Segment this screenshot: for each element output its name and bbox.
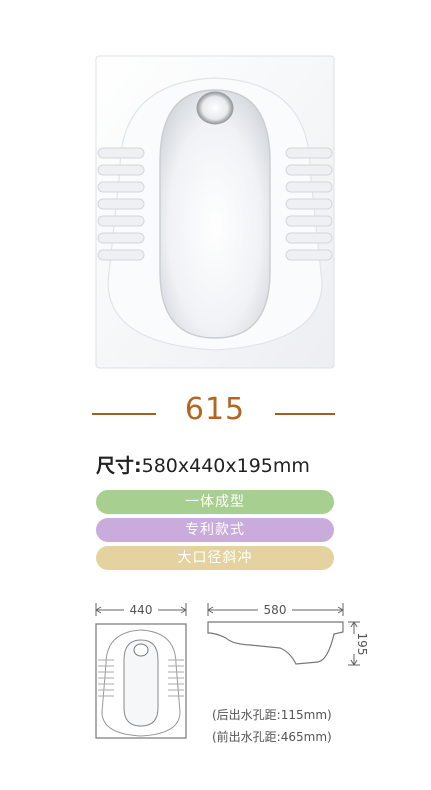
width-dimension-label: 440 <box>130 603 153 617</box>
model-header: 615 <box>0 392 431 432</box>
feature-badge-patent: 专利款式 <box>96 518 334 542</box>
size-spec: 尺寸:580x440x195mm <box>96 451 310 478</box>
width-dimension-line <box>95 603 187 616</box>
length-dimension-label: 580 <box>264 603 287 617</box>
height-dimension-label: 195 <box>355 633 369 656</box>
front-outlet-note: (前出水孔距:465mm) <box>212 730 332 744</box>
feature-badge-flush: 大口径斜冲 <box>96 546 334 570</box>
height-dimension-line <box>348 621 360 666</box>
top-view <box>95 623 187 739</box>
model-divider-left <box>92 413 156 415</box>
product-photo <box>95 55 335 369</box>
size-label: 尺寸: <box>96 455 142 477</box>
rear-outlet-note: (后出水孔距:115mm) <box>212 708 332 722</box>
size-value: 580x440x195mm <box>141 455 310 477</box>
model-divider-right <box>275 413 335 415</box>
model-number: 615 <box>184 392 246 427</box>
side-view <box>207 621 344 665</box>
feature-badge-one-piece: 一体成型 <box>96 490 334 514</box>
length-dimension-line <box>207 603 344 616</box>
